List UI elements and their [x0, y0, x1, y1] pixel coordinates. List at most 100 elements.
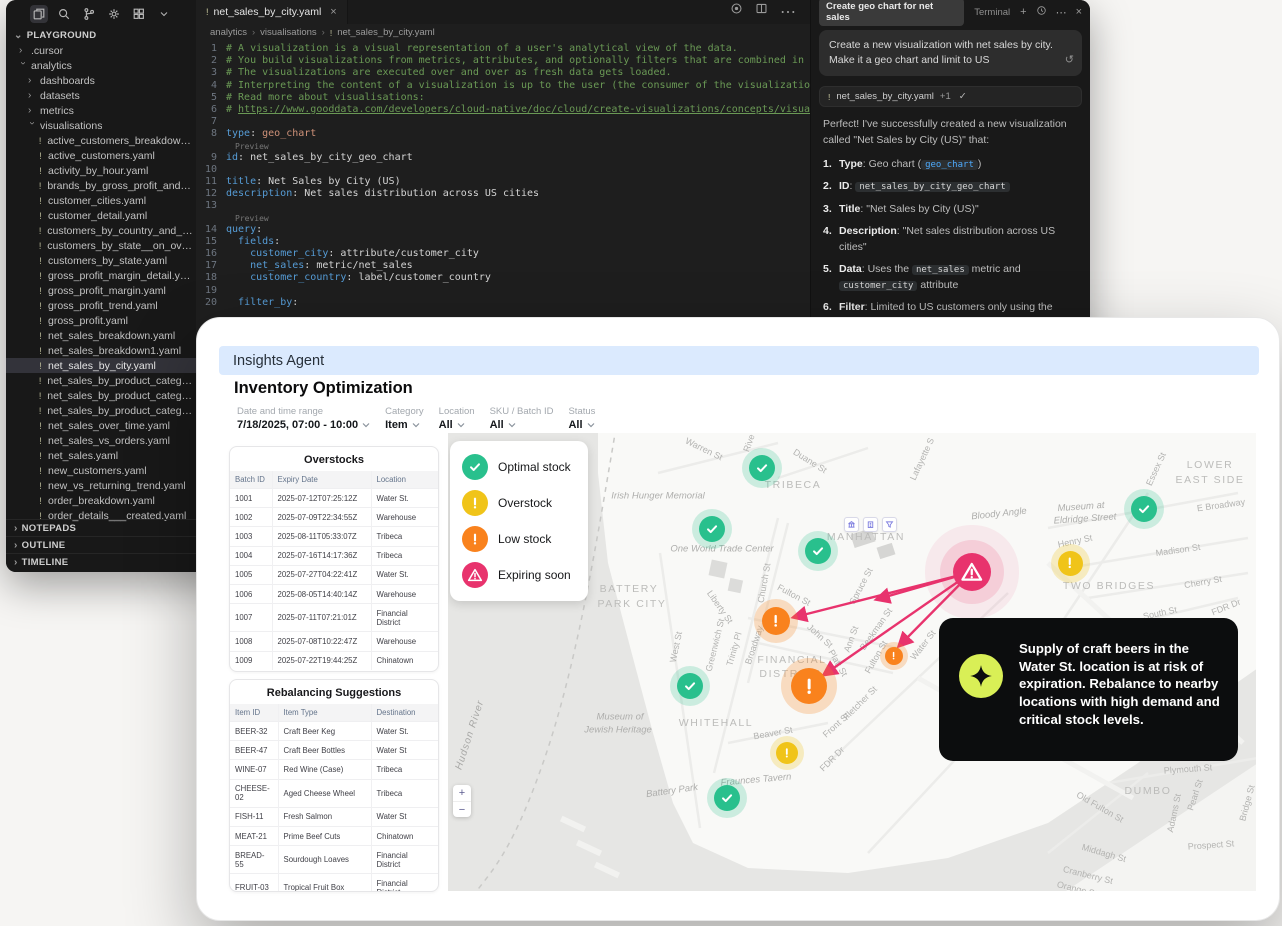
tree-file[interactable]: !order_breakdown.yaml	[6, 493, 196, 508]
sidebar-section-notepads[interactable]: ›NOTEPADS	[6, 519, 196, 536]
tree-file[interactable]: !customers_by_state__on_overvie...	[6, 238, 196, 253]
sidebar-section-timeline[interactable]: ›TIMELINE	[6, 553, 196, 570]
filter-value[interactable]: All	[568, 419, 595, 431]
marker-optimal[interactable]	[805, 538, 831, 564]
filter-value[interactable]: All	[439, 419, 475, 431]
files-icon[interactable]	[30, 5, 48, 23]
tree-file[interactable]: !activity_by_hour.yaml	[6, 163, 196, 178]
marker-expiring[interactable]	[953, 553, 991, 591]
tree-file[interactable]: !new_vs_returning_trend.yaml	[6, 478, 196, 493]
more-icon[interactable]: ⋯	[1056, 6, 1067, 19]
chevron-down-icon[interactable]	[155, 5, 173, 23]
tree-file[interactable]: !net_sales_breakdown.yaml	[6, 328, 196, 343]
tree-file[interactable]: !gross_profit.yaml	[6, 313, 196, 328]
tree-file[interactable]: !net_sales_vs_orders.yaml	[6, 433, 196, 448]
tree-folder[interactable]: ›analytics	[6, 58, 196, 73]
more-actions-icon[interactable]: ⋯	[780, 2, 796, 22]
zoom-out-button[interactable]: −	[453, 801, 471, 817]
edited-file-chip[interactable]: ! net_sales_by_city.yaml +1 ✓	[819, 86, 1082, 107]
marker-overstock[interactable]	[1058, 551, 1083, 576]
marker-optimal[interactable]	[677, 673, 703, 699]
tree-file[interactable]: !net_sales.yaml	[6, 448, 196, 463]
tree-file[interactable]: !gross_profit_trend.yaml	[6, 298, 196, 313]
table-cell: Water St	[371, 741, 438, 760]
search-icon[interactable]	[55, 5, 73, 23]
source-control-icon[interactable]	[80, 5, 98, 23]
yaml-file-icon: !	[37, 196, 44, 206]
run-icon[interactable]	[730, 2, 743, 22]
filter-date-and-time-range[interactable]: Date and time range7/18/2025, 07:00 - 10…	[237, 406, 370, 431]
table-cell: 1003	[230, 527, 272, 546]
yaml-file-icon: !	[37, 241, 43, 251]
tree-folder[interactable]: ›datasets	[6, 88, 196, 103]
tree-folder[interactable]: ›visualisations	[6, 118, 196, 133]
marker-low[interactable]	[791, 668, 827, 704]
tree-file[interactable]: !net_sales_breakdown1.yaml	[6, 343, 196, 358]
explorer-root-header[interactable]: ⌄ PLAYGROUND	[6, 26, 196, 43]
tree-file[interactable]: !new_customers.yaml	[6, 463, 196, 478]
marker-overstock[interactable]	[776, 742, 798, 764]
yaml-file-icon: !	[828, 92, 830, 102]
tree-file[interactable]: !customers_by_state.yaml	[6, 253, 196, 268]
tree-file[interactable]: !net_sales_over_time.yaml	[6, 418, 196, 433]
extensions-icon[interactable]	[130, 5, 148, 23]
filter-sku-batch-id[interactable]: SKU / Batch IDAll	[490, 406, 554, 431]
marker-optimal[interactable]	[714, 785, 740, 811]
tree-file[interactable]: !active_customers_breakdown.yaml	[6, 133, 196, 148]
code-area[interactable]: 1# A visualization is a visual represent…	[196, 41, 810, 309]
editor-tab[interactable]: ! net_sales_by_city.yaml ×	[196, 0, 348, 24]
tree-file[interactable]: !net_sales_by_product_category_s..	[6, 388, 196, 403]
tree-file[interactable]: !net_sales_by_product_category.y...	[6, 403, 196, 418]
inventory-map[interactable]: TRIBECAMANHATTANBATTERYPARK CITYFINANCIA…	[448, 433, 1256, 891]
close-tab-icon[interactable]: ×	[330, 6, 336, 18]
zoom-in-button[interactable]: +	[453, 785, 471, 801]
tree-file[interactable]: !customer_detail.yaml	[6, 208, 196, 223]
breadcrumb-item[interactable]: net_sales_by_city.yaml	[337, 27, 435, 38]
tree-file[interactable]: !customer_cities.yaml	[6, 193, 196, 208]
split-editor-icon[interactable]	[755, 2, 768, 22]
breadcrumb-item[interactable]: analytics	[210, 27, 247, 38]
inline-code: geo_chart	[921, 160, 978, 170]
tree-folder[interactable]: ›metrics	[6, 103, 196, 118]
table-row: 10082025-07-08T10:22:47ZWarehouse	[230, 632, 438, 651]
yaml-file-icon: !	[37, 181, 43, 191]
sidebar-section-outline[interactable]: ›OUTLINE	[6, 536, 196, 553]
redo-icon[interactable]: ↺	[1065, 53, 1074, 69]
tree-folder[interactable]: ›.cursor	[6, 43, 196, 58]
filter-value[interactable]: Item	[385, 419, 424, 431]
tree-file[interactable]: !active_customers.yaml	[6, 148, 196, 163]
codelens-preview[interactable]: Preview	[196, 213, 810, 224]
filter-category[interactable]: CategoryItem	[385, 406, 424, 431]
close-panel-icon[interactable]: ×	[1076, 6, 1082, 18]
table-cell: Craft Beer Bottles	[278, 741, 371, 760]
yaml-file-icon: !	[37, 376, 43, 386]
breadcrumb: analytics›visualisations›!net_sales_by_c…	[196, 24, 810, 41]
tree-file[interactable]: !customers_by_country_and_state...	[6, 223, 196, 238]
tree-file[interactable]: !gross_profit_margin.yaml	[6, 283, 196, 298]
breadcrumb-item[interactable]: visualisations	[260, 27, 317, 38]
marker-optimal[interactable]	[699, 516, 725, 542]
filter-value[interactable]: All	[490, 419, 554, 431]
code-line: 17 net_sales: metric/net_sales	[196, 260, 810, 272]
code-line: 11title: Net Sales by City (US)	[196, 176, 810, 188]
tab-terminal[interactable]: Terminal	[974, 7, 1010, 18]
settings-gear-icon[interactable]	[105, 5, 123, 23]
chat-tab-active[interactable]: Create geo chart for net sales	[819, 0, 964, 26]
table-cell: 2025-07-09T22:34:55Z	[272, 508, 371, 527]
history-icon[interactable]	[1036, 5, 1047, 19]
code-token: description	[226, 188, 292, 200]
marker-optimal[interactable]	[1131, 496, 1157, 522]
new-chat-icon[interactable]: +	[1020, 6, 1026, 18]
marker-low[interactable]	[885, 647, 903, 665]
tree-file[interactable]: !gross_profit_margin_detail.yaml	[6, 268, 196, 283]
tree-file[interactable]: !brands_by_gross_profit_and_avg...	[6, 178, 196, 193]
tree-folder[interactable]: ›dashboards	[6, 73, 196, 88]
tree-file[interactable]: !net_sales_by_product_category_...	[6, 373, 196, 388]
filter-status[interactable]: StatusAll	[568, 406, 595, 431]
marker-optimal[interactable]	[749, 455, 775, 481]
filter-location[interactable]: LocationAll	[439, 406, 475, 431]
filter-value[interactable]: 7/18/2025, 07:00 - 10:00	[237, 419, 370, 431]
tree-file[interactable]: !net_sales_by_city.yaml	[6, 358, 196, 373]
codelens-preview[interactable]: Preview	[196, 141, 810, 152]
marker-low[interactable]	[762, 607, 790, 635]
